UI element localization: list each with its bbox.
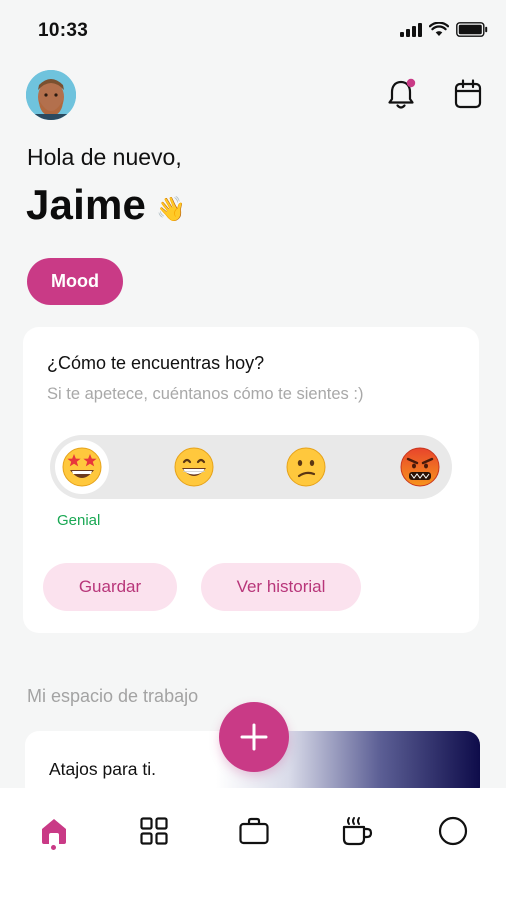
status-bar: 10:33: [0, 0, 506, 62]
view-history-button[interactable]: Ver historial: [201, 563, 361, 611]
confused-emoji-icon: [286, 447, 326, 487]
username: Jaime: [26, 181, 147, 228]
avatar-photo: [26, 70, 76, 120]
calendar-icon: [454, 79, 482, 109]
plus-icon: [240, 723, 268, 751]
angry-emoji-icon: [400, 447, 440, 487]
grid-icon: [140, 817, 168, 845]
active-indicator: [51, 845, 56, 850]
mood-card: ¿Cómo te encuentras hoy? Si te apetece, …: [23, 327, 479, 633]
home-icon: [42, 819, 66, 844]
battery-icon: [456, 22, 488, 37]
mood-option-angry[interactable]: [388, 435, 452, 499]
greeting-text: Hola de nuevo,: [27, 144, 182, 170]
nav-grid[interactable]: [129, 806, 179, 856]
grinning-emoji-icon: [174, 447, 214, 487]
status-icons: [400, 22, 488, 37]
mood-question: ¿Cómo te encuentras hoy?: [47, 353, 265, 373]
shortcuts-title: Atajos para ti.: [49, 759, 156, 779]
coffee-icon: [342, 817, 373, 846]
workspace-section-title: Mi espacio de trabajo: [27, 686, 199, 706]
add-button[interactable]: [219, 702, 289, 772]
waving-hand-icon: 👋: [156, 195, 186, 223]
save-button[interactable]: Guardar: [43, 563, 177, 611]
mood-option-happy[interactable]: [162, 435, 226, 499]
mood-option-confused[interactable]: [274, 435, 338, 499]
bell-icon: [388, 78, 416, 109]
mood-selector: [50, 435, 452, 499]
nav-work[interactable]: [229, 806, 279, 856]
mood-option-genial[interactable]: [50, 435, 114, 499]
bottom-nav: [0, 788, 506, 900]
mood-subtitle: Si te apetece, cuéntanos cómo te sientes…: [47, 385, 364, 403]
username-row: Jaime 👋: [26, 181, 186, 229]
nav-profile[interactable]: [428, 806, 478, 856]
selected-mood-label: Genial: [57, 512, 101, 529]
briefcase-icon: [239, 817, 269, 845]
profile-icon: [438, 816, 468, 846]
signal-icon: [400, 22, 422, 37]
notifications-button[interactable]: [384, 76, 418, 112]
nav-break[interactable]: [332, 806, 382, 856]
star-struck-emoji-icon: [62, 447, 102, 487]
mood-button[interactable]: Mood: [27, 258, 123, 305]
avatar[interactable]: [26, 70, 76, 120]
calendar-button[interactable]: [451, 76, 485, 112]
status-time: 10:33: [38, 20, 89, 41]
wifi-icon: [429, 22, 449, 36]
